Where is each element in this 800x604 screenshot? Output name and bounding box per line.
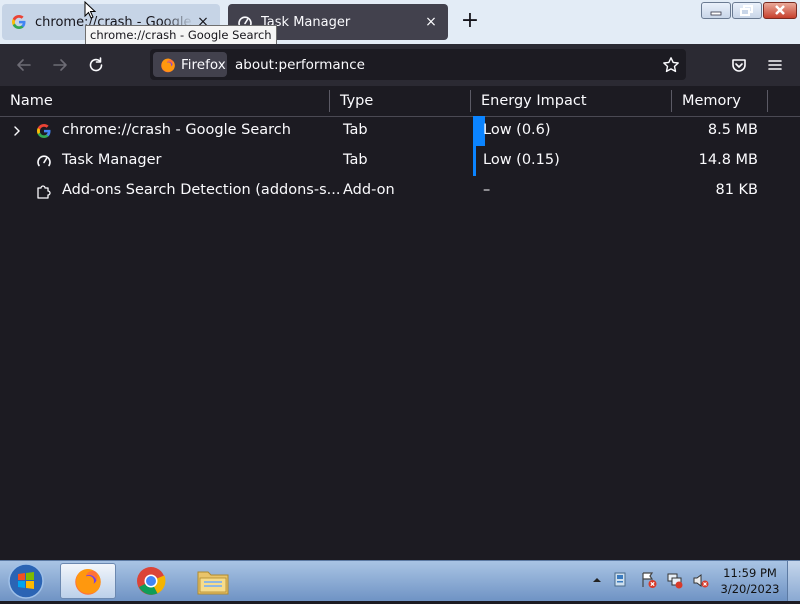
tab-title: Task Manager bbox=[261, 14, 351, 30]
forward-button[interactable] bbox=[47, 52, 73, 78]
taskbar-explorer-button[interactable] bbox=[185, 563, 241, 599]
column-header-name[interactable]: Name bbox=[10, 93, 53, 109]
taskbar-firefox-button[interactable] bbox=[60, 563, 116, 599]
row-memory: 8.5 MB bbox=[707, 122, 758, 138]
star-icon bbox=[663, 57, 679, 73]
windows-start-icon bbox=[8, 563, 44, 599]
bookmark-star-button[interactable] bbox=[658, 52, 684, 78]
back-button[interactable] bbox=[11, 52, 37, 78]
tab-tooltip: chrome://crash - Google Search bbox=[85, 25, 277, 45]
row-type: Tab bbox=[343, 152, 368, 168]
close-icon bbox=[775, 5, 785, 15]
close-window-button[interactable] bbox=[763, 2, 797, 19]
row-energy-impact: Low (0.15) bbox=[483, 152, 560, 168]
gauge-icon bbox=[37, 155, 51, 167]
row-name: Task Manager bbox=[62, 152, 162, 168]
row-energy-impact: Low (0.6) bbox=[483, 122, 551, 138]
file-explorer-icon bbox=[197, 571, 229, 595]
minimize-icon bbox=[710, 11, 722, 16]
minimize-button[interactable] bbox=[701, 2, 731, 19]
row-type: Add-on bbox=[343, 182, 395, 198]
mouse-cursor-icon bbox=[84, 1, 96, 19]
clock-time: 11:59 PM bbox=[723, 566, 777, 580]
reload-icon bbox=[89, 57, 103, 72]
column-header-energy-impact[interactable]: Energy Impact bbox=[481, 93, 587, 109]
column-divider[interactable] bbox=[767, 90, 768, 112]
table-row[interactable]: Add-ons Search Detection (addons-s... Ad… bbox=[0, 176, 800, 206]
pocket-icon bbox=[732, 59, 746, 72]
system-clock[interactable]: 11:59 PM 3/20/2023 bbox=[715, 565, 785, 597]
show-hidden-icons-icon[interactable] bbox=[592, 575, 602, 585]
column-header-type[interactable]: Type bbox=[340, 93, 373, 109]
url-text[interactable]: about:performance bbox=[235, 57, 365, 73]
taskbar: 11:59 PM 3/20/2023 bbox=[0, 560, 800, 601]
volume-muted-icon[interactable] bbox=[692, 571, 710, 589]
row-energy-impact: – bbox=[483, 182, 491, 198]
row-type: Tab bbox=[343, 122, 368, 138]
column-divider[interactable] bbox=[329, 90, 330, 112]
tab-close-button[interactable]: × bbox=[422, 14, 440, 30]
table-row[interactable]: chrome://crash - Google Search Tab Low (… bbox=[0, 116, 800, 146]
hamburger-menu-icon bbox=[768, 60, 782, 70]
row-name: chrome://crash - Google Search bbox=[62, 122, 291, 138]
restore-icon bbox=[740, 5, 753, 16]
identity-box[interactable]: Firefox bbox=[153, 52, 227, 77]
app-menu-button[interactable] bbox=[762, 52, 788, 78]
forward-arrow-icon bbox=[53, 59, 67, 71]
row-memory: 14.8 MB bbox=[698, 152, 758, 168]
network-disconnected-icon[interactable] bbox=[666, 571, 684, 589]
google-icon bbox=[37, 124, 51, 138]
show-desktop-button[interactable] bbox=[787, 561, 800, 601]
table-row[interactable]: Task Manager Tab Low (0.15) 14.8 MB bbox=[0, 146, 800, 176]
puzzle-icon bbox=[37, 185, 51, 199]
restore-button[interactable] bbox=[732, 2, 762, 19]
network-status-icon[interactable] bbox=[612, 571, 630, 589]
start-button[interactable] bbox=[6, 562, 46, 600]
action-center-warning-icon[interactable] bbox=[640, 571, 658, 589]
reload-button[interactable] bbox=[83, 52, 109, 78]
clock-date: 3/20/2023 bbox=[720, 582, 780, 596]
chrome-icon bbox=[137, 567, 166, 595]
row-name: Add-ons Search Detection (addons-s... bbox=[62, 182, 341, 198]
pocket-button[interactable] bbox=[726, 52, 752, 78]
row-memory: 81 KB bbox=[715, 182, 758, 198]
url-bar[interactable] bbox=[150, 49, 686, 80]
google-icon bbox=[12, 15, 26, 29]
column-header-memory[interactable]: Memory bbox=[682, 93, 741, 109]
column-divider[interactable] bbox=[470, 90, 471, 112]
back-arrow-icon bbox=[17, 59, 31, 71]
column-divider[interactable] bbox=[671, 90, 672, 112]
new-tab-button[interactable]: + bbox=[458, 10, 482, 34]
taskbar-chrome-button[interactable] bbox=[123, 563, 179, 599]
identity-label: Firefox bbox=[181, 56, 226, 73]
firefox-icon bbox=[161, 58, 175, 72]
table-header: Name Type Energy Impact Memory bbox=[0, 86, 800, 117]
firefox-icon bbox=[75, 569, 101, 595]
chevron-right-icon[interactable] bbox=[12, 125, 22, 137]
